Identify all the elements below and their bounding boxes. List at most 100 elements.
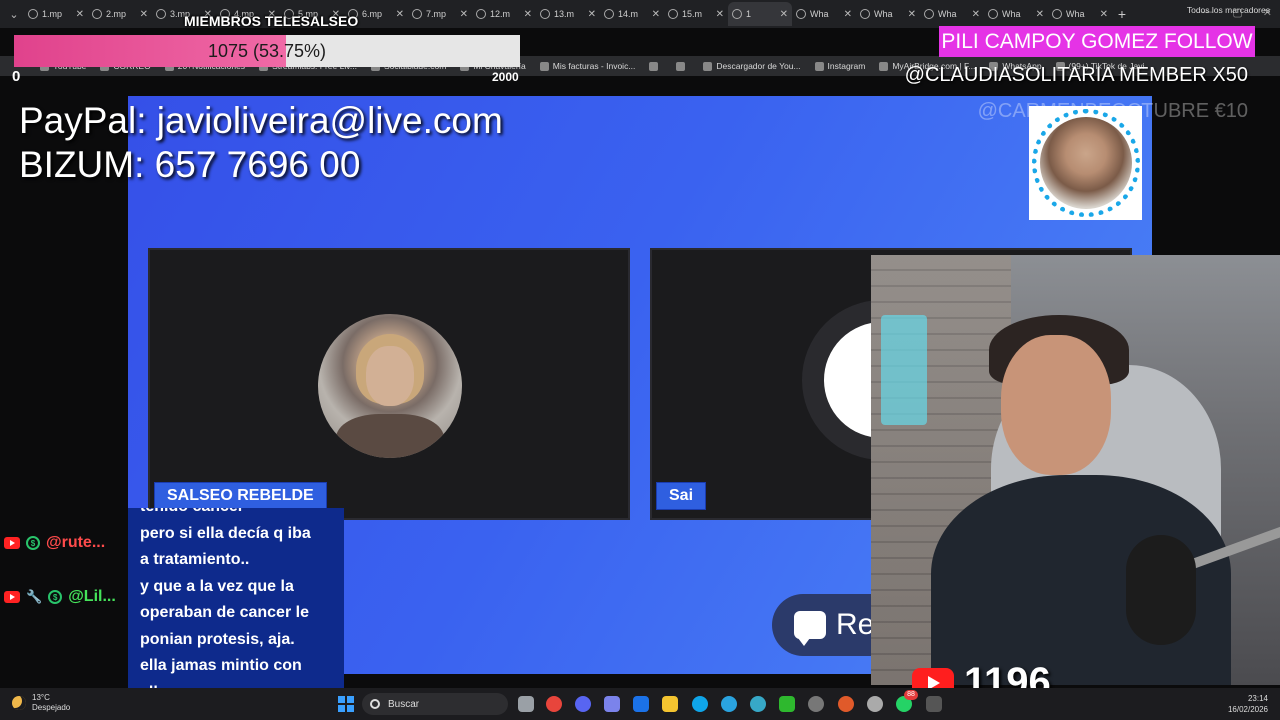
progress-min-label: 0 (12, 68, 21, 85)
caption-line: ponian protesis, aja. (140, 630, 295, 648)
browser-tab[interactable]: 13.m ✕ (536, 2, 600, 26)
browser-tab[interactable]: 2.mp ✕ (88, 2, 152, 26)
edge-icon[interactable] (692, 696, 708, 712)
tab-search-chevron-icon[interactable]: ⌄ (4, 4, 24, 24)
browser-icon[interactable] (750, 696, 766, 712)
tab-label: 1.mp (42, 9, 63, 19)
youtube-icon (4, 591, 20, 603)
bookmark-item[interactable]: Descargador de You... (703, 61, 801, 71)
snipping-tool-icon[interactable] (926, 696, 942, 712)
app-icon[interactable] (838, 696, 854, 712)
browser-tab[interactable]: 12.m ✕ (472, 2, 536, 26)
bookmark-favicon-icon (539, 61, 549, 71)
youtube-icon (4, 537, 20, 549)
browser-tab[interactable]: 14.m ✕ (600, 2, 664, 26)
tab-label: Wha (1066, 9, 1085, 19)
paypal-info: PayPal: javioliveira@live.com (19, 100, 503, 141)
tab-favicon-icon (28, 9, 38, 19)
bizum-info: BIZUM: 657 7696 00 (19, 144, 361, 185)
participant-tile-salseo-rebelde[interactable]: SALSEO REBELDE (148, 248, 630, 520)
chrome-icon[interactable] (546, 696, 562, 712)
moon-icon (12, 696, 26, 710)
tab-favicon-icon (668, 9, 678, 19)
chat-message: 🔧 $ @Lil... (4, 588, 116, 606)
all-bookmarks-link[interactable]: Todos los marcadores (1187, 5, 1270, 15)
caption-line: ella jamas mintio con (140, 657, 302, 674)
tab-label: 13.m (554, 9, 575, 19)
tab-close-icon[interactable]: ✕ (140, 9, 148, 20)
tab-favicon-icon (988, 9, 998, 19)
tab-label: 1 (746, 9, 752, 19)
avatar-face (366, 346, 414, 406)
search-placeholder: Buscar (388, 698, 420, 710)
browser-tab[interactable]: Wha ✕ (1048, 2, 1112, 26)
bookmark-item[interactable] (676, 61, 689, 71)
tab-close-icon[interactable]: ✕ (972, 9, 980, 20)
bookmark-item[interactable]: Instagram (814, 61, 866, 71)
tab-label: 15.m (682, 9, 703, 19)
tab-close-icon[interactable]: ✕ (1100, 9, 1108, 20)
obs-icon[interactable] (808, 696, 824, 712)
discord-icon[interactable] (575, 696, 591, 712)
tab-label: 6.mp (362, 9, 383, 19)
browser-tab[interactable]: Wha ✕ (984, 2, 1048, 26)
app-icon[interactable] (867, 696, 883, 712)
tab-label: 2.mp (106, 9, 127, 19)
bookmark-label: Descargador de You... (716, 61, 801, 71)
tab-favicon-icon (412, 9, 422, 19)
capcut-icon[interactable] (779, 696, 795, 712)
tab-close-icon[interactable]: ✕ (652, 9, 660, 20)
tab-favicon-icon (1052, 9, 1062, 19)
tab-close-icon[interactable]: ✕ (1036, 9, 1044, 20)
notification-badge: 88 (904, 690, 918, 700)
taskbar-search[interactable]: Buscar (362, 693, 508, 715)
tab-close-icon[interactable]: ✕ (588, 9, 596, 20)
bookmark-favicon-icon (814, 61, 824, 71)
tab-close-icon[interactable]: ✕ (460, 9, 468, 20)
browser-tab[interactable]: Wha ✕ (792, 2, 856, 26)
file-explorer-icon[interactable] (662, 696, 678, 712)
guest-webcam-ring (1031, 109, 1140, 217)
browser-tab[interactable]: 1 ✕ (728, 2, 792, 26)
tab-label: Wha (1002, 9, 1021, 19)
tab-favicon-icon (156, 9, 166, 19)
teams-icon[interactable] (604, 696, 620, 712)
chat-username: @Lil... (68, 588, 116, 605)
chat-caption-box: tenido cancer pero si ella decía q iba a t… (128, 508, 344, 718)
bookmark-item[interactable] (649, 61, 662, 71)
clock-time: 23:14 (1247, 694, 1268, 703)
tab-close-icon[interactable]: ✕ (844, 9, 852, 20)
tab-close-icon[interactable]: ✕ (780, 9, 788, 20)
system-clock[interactable]: 23:14 16/02/2026 (1228, 693, 1268, 715)
tab-close-icon[interactable]: ✕ (396, 9, 404, 20)
browser-tab[interactable]: Wha ✕ (920, 2, 984, 26)
member-alert: @CLAUDIASOLITARIA MEMBER X50 (904, 64, 1248, 86)
telegram-icon[interactable] (721, 696, 737, 712)
follow-alert: PILI CAMPOY GOMEZ FOLLOW (939, 26, 1255, 57)
bookmark-label: Mis facturas - Invoic... (552, 61, 636, 71)
member-icon: $ (48, 590, 63, 604)
new-tab-button[interactable]: + (1112, 6, 1132, 22)
tab-close-icon[interactable]: ✕ (76, 9, 84, 20)
tab-favicon-icon (796, 9, 806, 19)
windows-start-icon[interactable] (338, 696, 354, 712)
task-view-icon[interactable] (518, 696, 534, 712)
browser-tab[interactable]: 7.mp ✕ (408, 2, 472, 26)
tab-close-icon[interactable]: ✕ (716, 9, 724, 20)
caption-line: pero si ella decía q iba (140, 524, 311, 542)
outlook-icon[interactable] (633, 696, 649, 712)
tab-close-icon[interactable]: ✕ (524, 9, 532, 20)
tab-favicon-icon (476, 9, 486, 19)
browser-tab[interactable]: Wha ✕ (856, 2, 920, 26)
bookmark-label: Instagram (827, 61, 866, 71)
browser-tab[interactable]: 1.mp ✕ (24, 2, 88, 26)
tab-favicon-icon (92, 9, 102, 19)
microphone (1126, 535, 1196, 645)
weather-widget[interactable]: 13°C Despejado (12, 693, 70, 713)
tab-close-icon[interactable]: ✕ (908, 9, 916, 20)
caption-line: tenido cancer (140, 508, 332, 521)
caption-line: operaban de cancer le (140, 604, 309, 621)
bookmark-item[interactable]: Mis facturas - Invoic... (539, 61, 636, 71)
browser-tab[interactable]: 15.m ✕ (664, 2, 728, 26)
bookmark-favicon-icon (879, 61, 889, 71)
